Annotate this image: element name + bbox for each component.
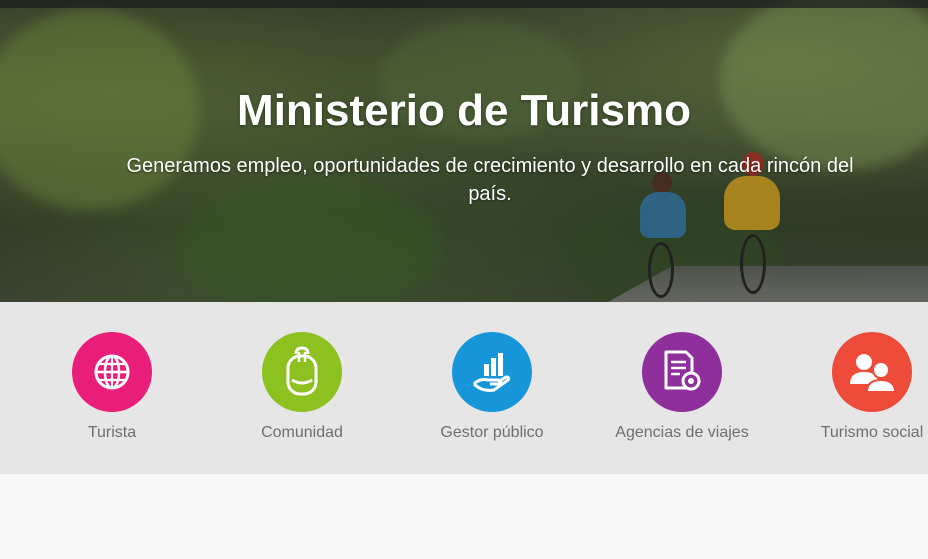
category-label[interactable]: Turismo social [787, 424, 928, 442]
top-strip [0, 0, 928, 8]
page-title: Ministerio de Turismo [237, 86, 691, 135]
certificate-icon[interactable] [642, 332, 722, 412]
backpack-icon[interactable] [262, 332, 342, 412]
page-subtitle: Generamos empleo, oportunidades de creci… [126, 155, 854, 205]
hand-chart-icon[interactable] [452, 332, 532, 412]
category-label[interactable]: Comunidad [217, 424, 387, 442]
category-gestor-publico[interactable]: Gestor público [407, 332, 577, 442]
category-turismo-social[interactable]: Turismo social [787, 332, 928, 442]
category-turista[interactable]: Turista [27, 332, 197, 442]
audience-categories: Turista Comunidad Gestor público Agencia… [0, 302, 928, 474]
category-label[interactable]: Agencias de viajes [597, 424, 767, 442]
globe-icon[interactable] [72, 332, 152, 412]
category-agencias-de-viajes[interactable]: Agencias de viajes [597, 332, 767, 442]
people-icon[interactable] [832, 332, 912, 412]
category-comunidad[interactable]: Comunidad [217, 332, 387, 442]
hero-banner: Ministerio de Turismo Generamos empleo, … [0, 0, 928, 302]
category-label[interactable]: Turista [27, 424, 197, 442]
category-label[interactable]: Gestor público [407, 424, 577, 442]
hero-overlay [0, 0, 928, 302]
content-area [0, 474, 928, 559]
